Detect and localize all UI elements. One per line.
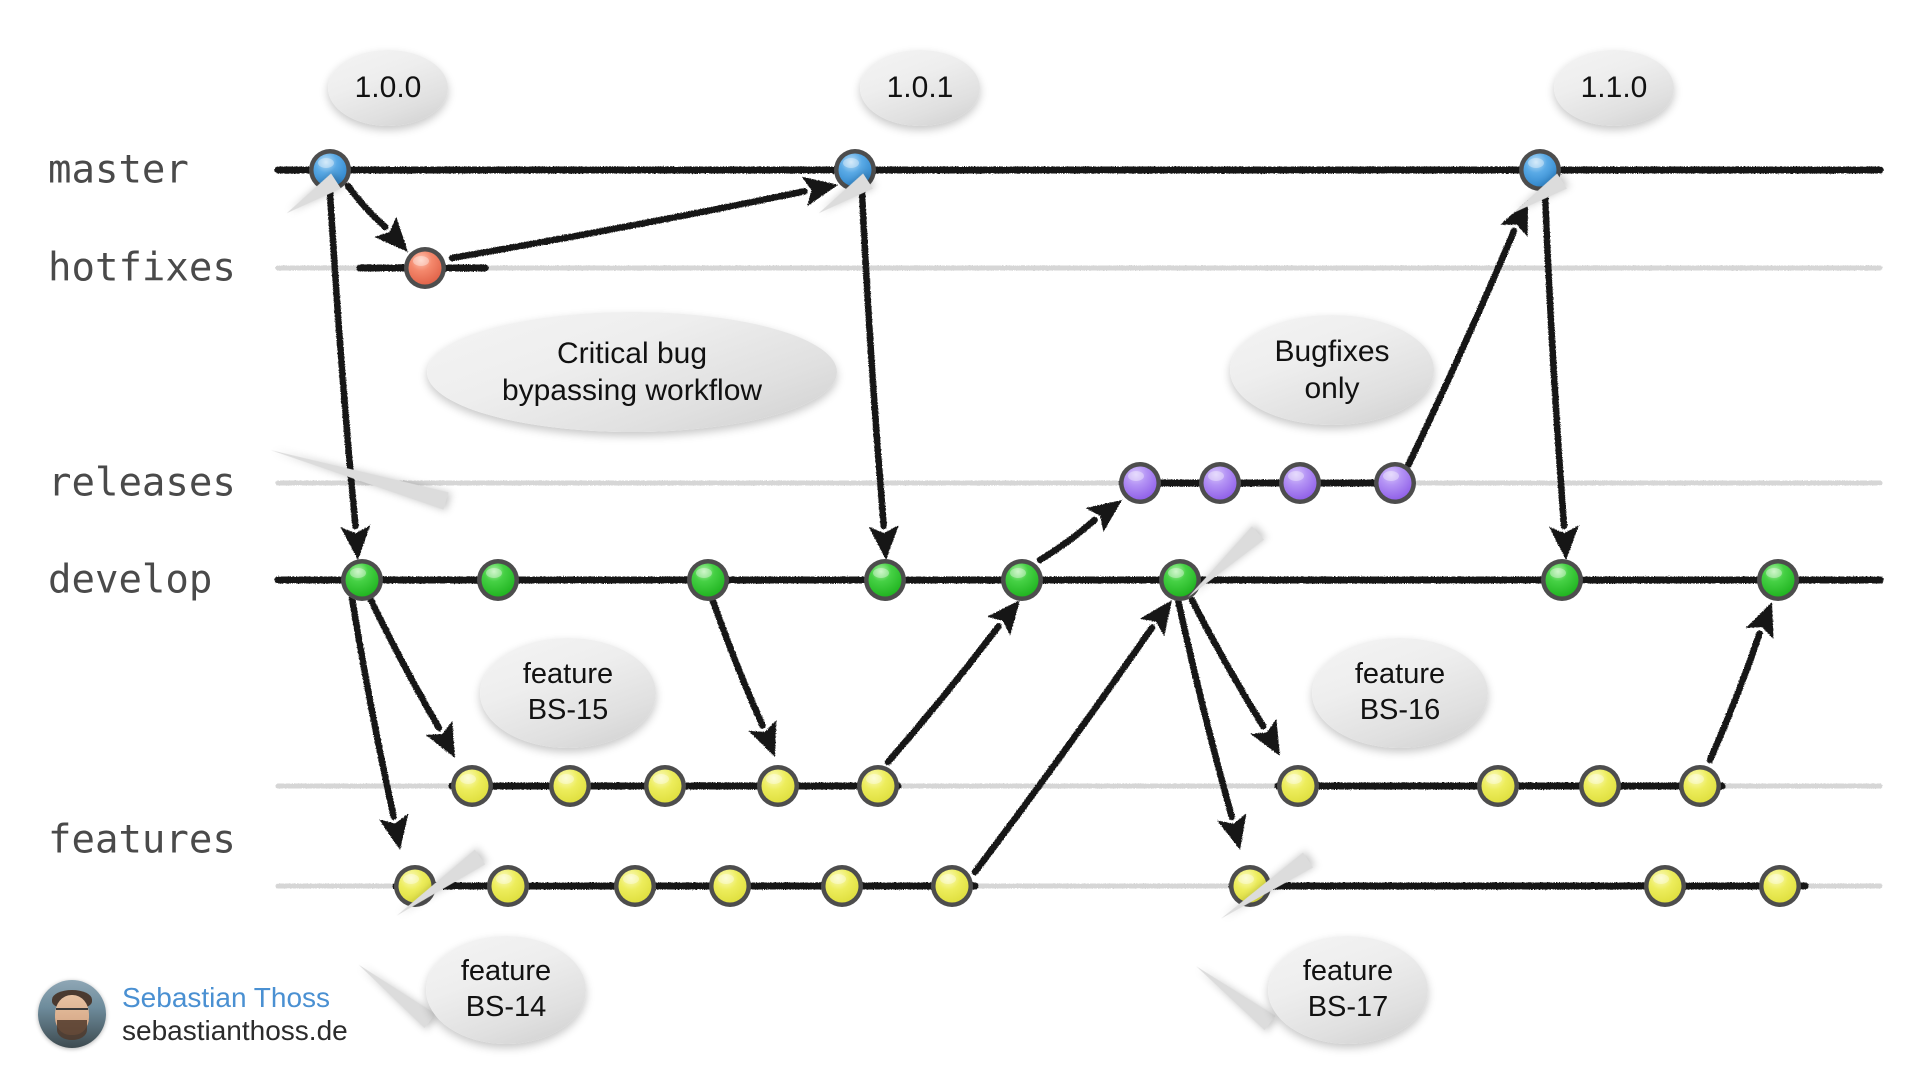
tag-1-0-1-text: 1.0.1: [886, 71, 954, 105]
signature-text: Sebastian Thoss sebastianthoss.de: [122, 981, 348, 1047]
commit-node-develop[interactable]: [1541, 559, 1583, 601]
branch-label-releases: releases: [48, 460, 236, 506]
merge-arrows: [326, 176, 1774, 876]
tag-1-1-0: 1.1.0: [1554, 50, 1674, 126]
author-website: sebastianthoss.de: [122, 1015, 348, 1046]
commit-node-releases[interactable]: [1119, 462, 1161, 504]
feature-bs-16-text: feature BS-16: [1354, 658, 1446, 726]
tag-1-0-0: 1.0.0: [328, 50, 448, 126]
feature-bs-17: feature BS-17: [1268, 936, 1428, 1044]
branch-label-develop: develop: [48, 557, 213, 603]
feature-bs-16: feature BS-16: [1312, 638, 1488, 748]
commit-node-feature_b[interactable]: [1644, 865, 1686, 907]
author-signature[interactable]: Sebastian Thoss sebastianthoss.de: [38, 980, 348, 1048]
commit-node-feature_a[interactable]: [451, 765, 493, 807]
critical-bug-note-text: Critical bug bypassing workflow: [501, 336, 763, 407]
arrow-master-to-develop-1: [326, 188, 371, 560]
commit-node-develop[interactable]: [477, 559, 519, 601]
critical-bug-note: Critical bug bypassing workflow: [427, 312, 837, 432]
commit-node-develop[interactable]: [864, 559, 906, 601]
feature-bs-14: feature BS-14: [426, 936, 586, 1044]
commit-node-feature_b[interactable]: [487, 865, 529, 907]
arrow-feature-a-to-develop: [884, 600, 1020, 766]
arrow-release-to-master: [1402, 200, 1528, 474]
arrow-feature-a-to-develop-2: [1706, 602, 1774, 764]
diagram-canvas: [274, 149, 1884, 907]
branch-label-master: master: [48, 147, 189, 193]
commit-node-releases[interactable]: [1374, 462, 1416, 504]
commit-node-releases[interactable]: [1199, 462, 1241, 504]
commit-node-feature_a[interactable]: [1679, 765, 1721, 807]
commit-node-feature_a[interactable]: [757, 765, 799, 807]
commit-node-feature_a[interactable]: [549, 765, 591, 807]
bugfixes-only-note-text: Bugfixes only: [1274, 334, 1390, 405]
feature-bs-17-text: feature BS-17: [1302, 955, 1394, 1023]
commit-node-feature_b[interactable]: [821, 865, 863, 907]
feature-bs-14-text: feature BS-14: [460, 955, 552, 1023]
arrow-master-to-develop-2: [858, 188, 899, 560]
commit-node-hotfixes[interactable]: [404, 247, 446, 289]
commit-node-feature_b[interactable]: [1759, 865, 1801, 907]
arrow-develop-to-feature-b: [348, 594, 409, 850]
commit-node-feature_a[interactable]: [1277, 765, 1319, 807]
arrow-develop-to-feature-a2: [708, 594, 777, 757]
commit-node-feature_b[interactable]: [709, 865, 751, 907]
commit-node-develop[interactable]: [1001, 559, 1043, 601]
arrow-develop-to-feature-a3: [1188, 596, 1280, 756]
commit-node-feature_a[interactable]: [857, 765, 899, 807]
commit-node-develop[interactable]: [687, 559, 729, 601]
gitflow-diagram: master hotfixes releases develop features 1.…: [0, 0, 1920, 1080]
tag-1-0-0-text: 1.0.0: [354, 71, 422, 105]
commit-node-releases[interactable]: [1279, 462, 1321, 504]
feature-bs-15-text: feature BS-15: [522, 658, 614, 726]
tag-1-0-1: 1.0.1: [860, 50, 980, 126]
avatar: [38, 980, 106, 1048]
bugfixes-only-note: Bugfixes only: [1230, 315, 1434, 425]
commit-node-feature_a[interactable]: [644, 765, 686, 807]
commit-node-develop[interactable]: [341, 559, 383, 601]
arrow-develop-to-feature-a: [366, 594, 455, 758]
branch-label-features: features: [48, 817, 236, 863]
arrow-hotfix-to-master: [448, 176, 838, 262]
commit-node-feature_a[interactable]: [1477, 765, 1519, 807]
branch-label-hotfixes: hotfixes: [48, 245, 236, 291]
arrow-feature-b-to-develop: [971, 600, 1172, 876]
avatar-glasses: [56, 1008, 88, 1018]
commit-node-feature_b[interactable]: [931, 865, 973, 907]
avatar-beard: [57, 1020, 87, 1040]
arrow-master-to-develop-3: [1541, 188, 1580, 560]
feature-bs-15: feature BS-15: [480, 638, 656, 748]
tag-1-1-0-text: 1.1.0: [1580, 71, 1648, 105]
commit-node-develop[interactable]: [1757, 559, 1799, 601]
arrow-develop-to-release: [1036, 500, 1122, 564]
commit-node-feature_b[interactable]: [614, 865, 656, 907]
author-name: Sebastian Thoss: [122, 981, 331, 1013]
arrow-master-to-hotfix: [344, 182, 408, 252]
commit-node-feature_a[interactable]: [1579, 765, 1621, 807]
